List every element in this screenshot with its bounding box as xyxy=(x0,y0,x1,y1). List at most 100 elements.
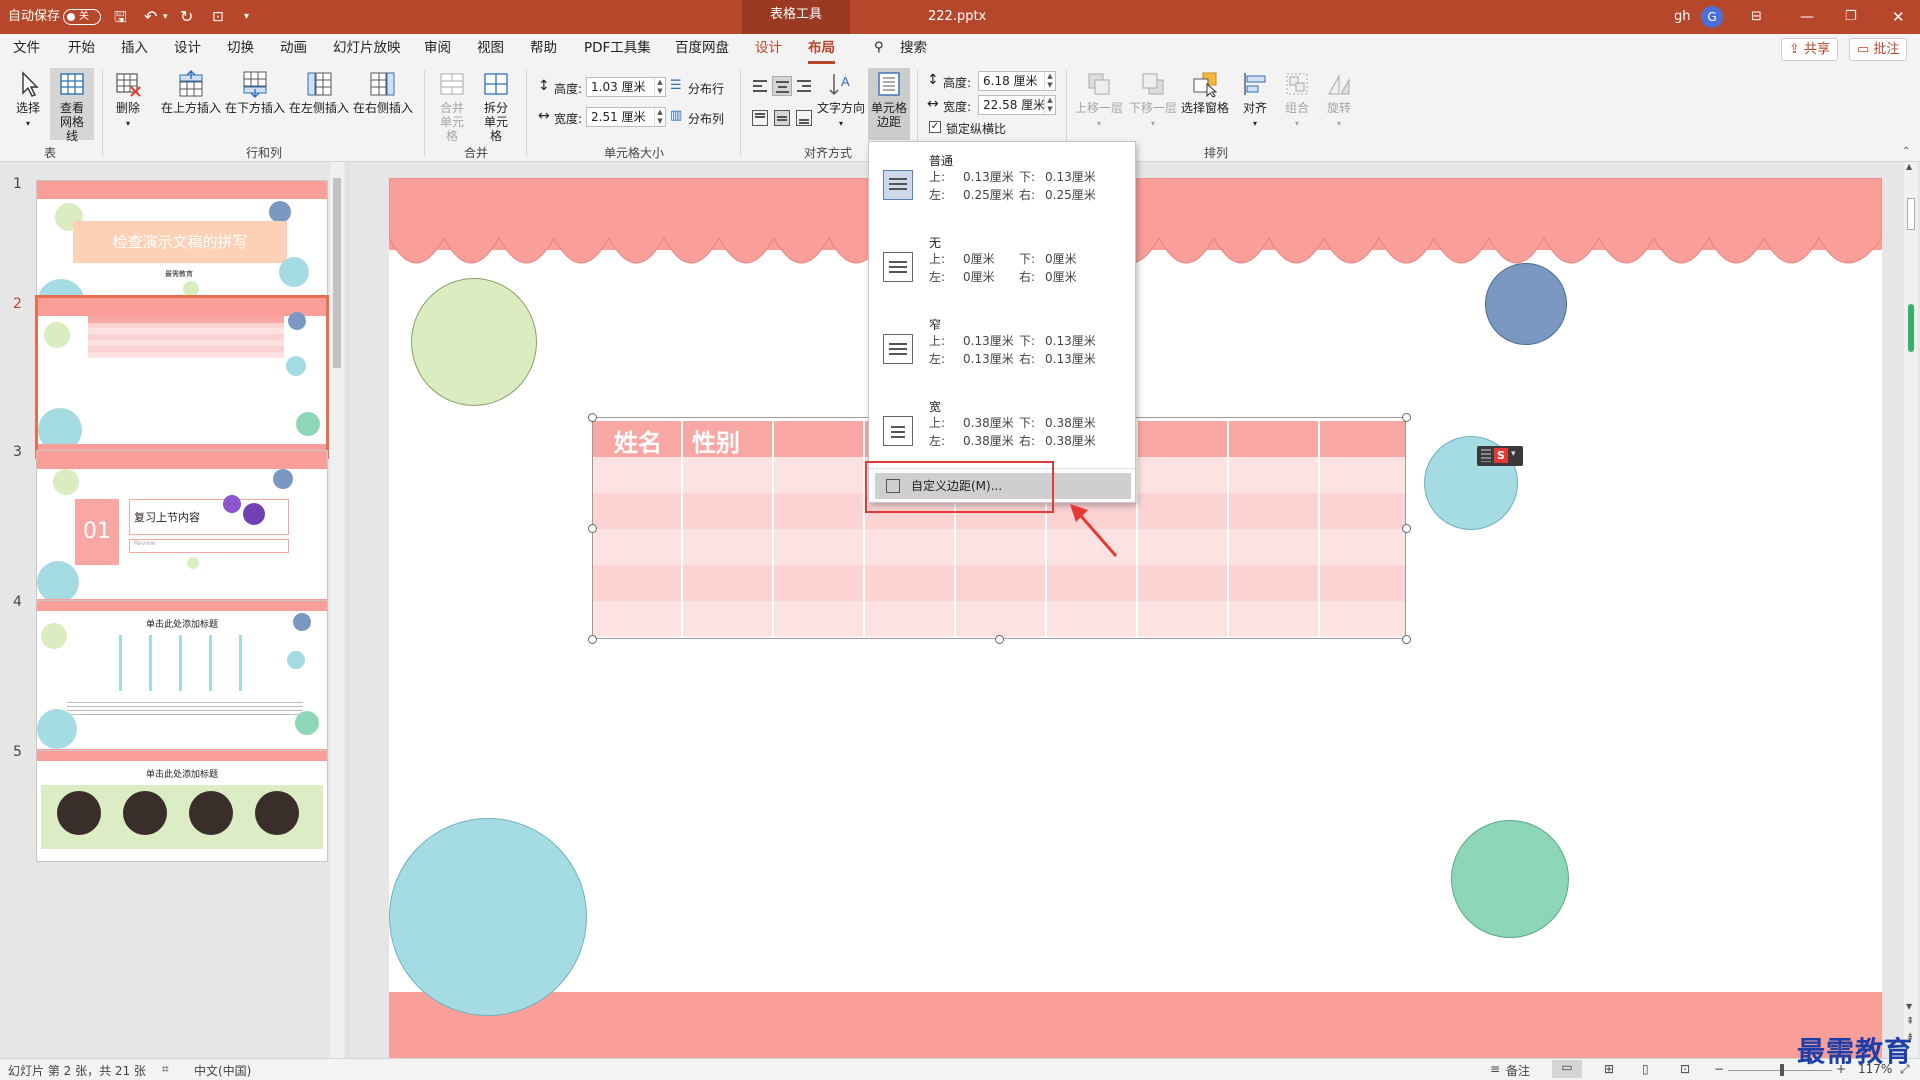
resize-handle[interactable] xyxy=(588,524,597,533)
normal-view-icon[interactable]: ▭ xyxy=(1552,1060,1582,1078)
tab-table-layout[interactable]: 布局 xyxy=(808,34,835,64)
slide-scrollbar-thumb[interactable] xyxy=(1907,198,1915,230)
restore-icon[interactable]: ❐ xyxy=(1845,0,1857,34)
side-slider[interactable] xyxy=(1908,304,1914,352)
cell-height-input[interactable]: 1.03 厘米 ▲ ▼ xyxy=(586,77,666,97)
bring-forward-button[interactable]: 上移一层 ▾ xyxy=(1074,70,1124,131)
blue-circle[interactable] xyxy=(1485,263,1567,345)
spinner-arrows-icon[interactable]: ▲ ▼ xyxy=(1044,72,1055,90)
distribute-rows-button[interactable]: 分布行 xyxy=(688,80,724,97)
align-bottom-icon[interactable] xyxy=(796,110,812,126)
slide-thumbnail-4[interactable]: 单击此处添加标题 xyxy=(36,600,328,762)
tab-home[interactable]: 开始 xyxy=(68,34,95,64)
green-circle[interactable] xyxy=(411,278,537,406)
align-center-icon[interactable] xyxy=(772,76,792,96)
tab-animations[interactable]: 动画 xyxy=(280,34,307,64)
close-icon[interactable]: ✕ xyxy=(1892,0,1905,34)
notes-icon[interactable]: ≡ xyxy=(1490,1062,1500,1076)
tab-design[interactable]: 设计 xyxy=(174,34,201,64)
share-button[interactable]: ⇪ 共享 xyxy=(1781,38,1839,61)
mint-circle[interactable] xyxy=(1451,820,1569,938)
reading-view-icon[interactable]: ▯ xyxy=(1642,1062,1649,1076)
user-name[interactable]: gh xyxy=(1674,0,1691,34)
tab-pdf-tools[interactable]: PDF工具集 xyxy=(584,34,651,64)
select-button[interactable]: 选择 ▾ xyxy=(10,70,46,131)
split-cells-button[interactable]: 拆分单元格 xyxy=(476,70,516,143)
scroll-up-icon[interactable]: ▲ xyxy=(1906,162,1912,171)
scroll-down-icon[interactable]: ▼ xyxy=(1906,1002,1912,1011)
autosave-toggle[interactable]: 关 xyxy=(63,9,101,25)
ribbon-display-icon[interactable]: ⊟ xyxy=(1751,0,1762,34)
align-objects-button[interactable]: 对齐 ▾ xyxy=(1236,70,1274,131)
undo-icon[interactable]: ↶ xyxy=(144,0,157,34)
thumbnail-scrollbar[interactable] xyxy=(330,162,344,1058)
avatar[interactable]: G xyxy=(1701,6,1723,28)
distribute-columns-button[interactable]: 分布列 xyxy=(688,110,724,127)
tab-table-design[interactable]: 设计 xyxy=(755,34,782,64)
send-backward-button[interactable]: 下移一层 ▾ xyxy=(1128,70,1178,131)
margin-option-wide[interactable]: 宽 上: 0.38厘米 下: 0.38厘米 左: 0.38厘米 右: 0.38厘… xyxy=(869,392,1135,472)
search-label[interactable]: 搜索 xyxy=(900,34,927,64)
resize-handle[interactable] xyxy=(588,635,597,644)
tab-baidu-netdisk[interactable]: 百度网盘 xyxy=(675,34,729,64)
slideshow-icon[interactable]: ⊡ xyxy=(1680,1062,1690,1076)
insert-above-button[interactable]: 在上方插入 xyxy=(160,70,222,115)
selection-pane-button[interactable]: 选择窗格 xyxy=(1180,70,1230,115)
sogou-icon[interactable]: S xyxy=(1494,448,1508,463)
slide-thumbnail-2[interactable] xyxy=(35,295,329,459)
slide-thumbnail-3[interactable]: 01 复习上节内容 Review xyxy=(36,450,328,612)
language-indicator[interactable]: 中文(中国) xyxy=(194,1062,251,1079)
align-right-icon[interactable] xyxy=(796,78,812,94)
thumbnail-scrollbar-thumb[interactable] xyxy=(333,178,341,368)
ime-menu-icon[interactable]: ▾ xyxy=(1511,449,1516,459)
redo-icon[interactable]: ↻ xyxy=(180,0,193,34)
customize-qat-icon[interactable]: ▾ xyxy=(244,0,249,34)
zoom-out-icon[interactable]: − xyxy=(1714,1062,1724,1076)
table-height-input[interactable]: 6.18 厘米 ▲ ▼ xyxy=(978,71,1056,91)
text-direction-button[interactable]: A 文字方向 ▾ xyxy=(816,70,866,131)
undo-dropdown-icon[interactable]: ▾ xyxy=(163,0,168,34)
tab-insert[interactable]: 插入 xyxy=(121,34,148,64)
spinner-arrows-icon[interactable]: ▲ ▼ xyxy=(654,78,665,96)
lock-ratio-checkbox[interactable]: ✓ xyxy=(929,121,941,133)
merge-cells-button[interactable]: 合并单元格 xyxy=(432,70,472,143)
tab-slideshow[interactable]: 幻灯片放映 xyxy=(333,34,401,64)
align-middle-icon[interactable] xyxy=(774,110,790,126)
tab-transitions[interactable]: 切换 xyxy=(227,34,254,64)
slide-sorter-icon[interactable]: ⊞ xyxy=(1604,1062,1614,1076)
margin-option-normal[interactable]: 普通 上: 0.13厘米 下: 0.13厘米 左: 0.25厘米 右: 0.25… xyxy=(869,146,1135,226)
slide-thumbnail-5[interactable]: 单击此处添加标题 xyxy=(36,750,328,862)
view-gridlines-button[interactable]: 查看网格线 xyxy=(50,68,94,143)
insert-left-button[interactable]: 在左侧插入 xyxy=(288,70,350,115)
slide-scrollbar[interactable]: ▲ ▼ ⇞ ⇟ xyxy=(1904,162,1918,1058)
cell-width-input[interactable]: 2.51 厘米 ▲ ▼ xyxy=(586,107,666,127)
search-icon[interactable]: ⚲ xyxy=(874,34,884,64)
cell-margins-button[interactable]: 单元格边距 xyxy=(868,68,910,140)
resize-handle[interactable] xyxy=(1402,635,1411,644)
table-width-input[interactable]: 22.58 厘米 ▲ ▼ xyxy=(978,95,1056,115)
resize-handle[interactable] xyxy=(995,635,1004,644)
align-left-icon[interactable] xyxy=(752,78,768,94)
large-teal-circle[interactable] xyxy=(389,818,587,1016)
margin-option-narrow[interactable]: 窄 上: 0.13厘米 下: 0.13厘米 左: 0.13厘米 右: 0.13厘… xyxy=(869,310,1135,390)
delete-table-button[interactable]: 删除 ▾ xyxy=(110,70,146,131)
keyboard-icon[interactable] xyxy=(1481,449,1491,462)
margin-option-none[interactable]: 无 上: 0厘米 下: 0厘米 左: 0厘米 右: 0厘米 xyxy=(869,228,1135,308)
spinner-arrows-icon[interactable]: ▲ ▼ xyxy=(1044,96,1055,114)
minimize-icon[interactable]: — xyxy=(1800,0,1814,34)
zoom-slider-thumb[interactable] xyxy=(1780,1064,1784,1076)
resize-handle[interactable] xyxy=(1402,413,1411,422)
spinner-arrows-icon[interactable]: ▲ ▼ xyxy=(654,108,665,126)
save-icon[interactable]: 🖫 xyxy=(114,0,127,34)
group-objects-button[interactable]: 组合 ▾ xyxy=(1278,70,1316,131)
present-icon[interactable]: ⊡ xyxy=(212,0,224,34)
resize-handle[interactable] xyxy=(1402,524,1411,533)
collapse-ribbon-icon[interactable]: ⌃ xyxy=(1902,146,1910,157)
spellcheck-icon[interactable]: ⌗ xyxy=(162,1062,169,1077)
insert-below-button[interactable]: 在下方插入 xyxy=(224,70,286,115)
insert-right-button[interactable]: 在右侧插入 xyxy=(352,70,414,115)
rotate-button[interactable]: 旋转 ▾ xyxy=(1320,70,1358,131)
tab-review[interactable]: 审阅 xyxy=(424,34,451,64)
tab-view[interactable]: 视图 xyxy=(477,34,504,64)
comments-button[interactable]: ▭ 批注 xyxy=(1849,38,1908,61)
